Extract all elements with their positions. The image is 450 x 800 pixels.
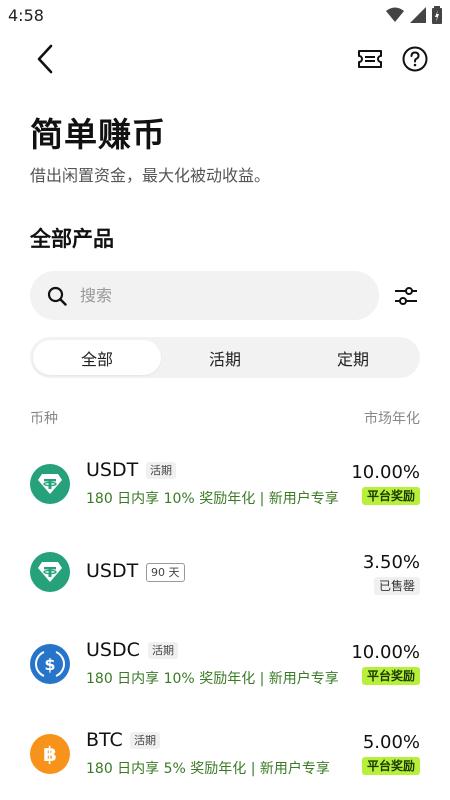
battery-icon xyxy=(432,6,442,24)
reward-badge: 平台奖励 xyxy=(361,487,420,505)
search-icon xyxy=(46,285,68,307)
chevron-left-icon xyxy=(37,44,53,74)
coin-name: USDC xyxy=(86,639,140,661)
tab-fixed[interactable]: 定期 xyxy=(289,340,417,375)
apr-value: 10.00% xyxy=(351,462,420,483)
column-header-coin[interactable]: 币种 xyxy=(30,408,58,428)
top-bar xyxy=(0,36,450,80)
promo-text: 180 日内享 10% 奖励年化 | 新用户专享 xyxy=(86,671,339,687)
reward-badge: 平台奖励 xyxy=(361,757,420,775)
promo-text: 180 日内享 5% 奖励年化 | 新用户专享 xyxy=(86,761,330,777)
product-row[interactable]: USDT 活期 180 日内享 10% 奖励年化 | 新用户专享 10.00% … xyxy=(0,452,450,542)
tether-icon xyxy=(30,552,70,592)
coin-name: BTC xyxy=(86,729,123,751)
usdc-icon: $ xyxy=(30,644,70,684)
svg-text:$: $ xyxy=(44,655,55,674)
product-type-tag: 活期 xyxy=(130,732,160,749)
product-tabs: 全部 活期 定期 xyxy=(30,337,420,378)
ticket-icon xyxy=(358,50,382,68)
apr-value: 3.50% xyxy=(362,552,420,573)
product-type-tag: 活期 xyxy=(146,462,176,479)
status-bar: 4:58 xyxy=(0,0,450,32)
question-circle-icon xyxy=(402,46,428,72)
page-subtitle: 借出闲置资金，最大化被动收益。 xyxy=(30,166,271,185)
tab-all[interactable]: 全部 xyxy=(33,340,161,375)
coin-name: USDT xyxy=(86,459,139,481)
product-row[interactable]: ฿ BTC 活期 180 日内享 5% 奖励年化 | 新用户专享 5.00% 平… xyxy=(0,722,450,800)
product-row[interactable]: USDT 90 天 3.50% 已售罄 xyxy=(0,542,450,632)
status-time: 4:58 xyxy=(8,6,44,25)
back-button[interactable] xyxy=(30,42,60,76)
wifi-icon xyxy=(386,7,404,22)
product-term-tag: 90 天 xyxy=(146,563,185,582)
section-title: 全部产品 xyxy=(30,227,114,251)
bitcoin-icon: ฿ xyxy=(30,734,70,774)
page-title: 简单赚币 xyxy=(30,115,166,154)
status-icons xyxy=(386,6,442,24)
help-button[interactable] xyxy=(400,44,430,74)
promo-text: 180 日内享 10% 奖励年化 | 新用户专享 xyxy=(86,491,339,507)
coupon-button[interactable] xyxy=(355,44,385,74)
product-row[interactable]: $ USDC 活期 180 日内享 10% 奖励年化 | 新用户专享 10.00… xyxy=(0,632,450,722)
sold-out-badge: 已售罄 xyxy=(373,577,420,595)
column-header-apr[interactable]: 市场年化 xyxy=(364,408,420,428)
search-input[interactable] xyxy=(80,286,340,305)
tab-flexible[interactable]: 活期 xyxy=(161,340,289,375)
tether-icon xyxy=(30,464,70,504)
filter-button[interactable] xyxy=(392,282,420,310)
sliders-icon xyxy=(395,287,417,305)
apr-value: 10.00% xyxy=(351,642,420,663)
search-box[interactable] xyxy=(30,271,379,320)
reward-badge: 平台奖励 xyxy=(361,667,420,685)
product-type-tag: 活期 xyxy=(148,642,178,659)
apr-value: 5.00% xyxy=(362,732,420,753)
svg-text:฿: ฿ xyxy=(43,742,57,766)
signal-icon xyxy=(410,7,426,23)
coin-name: USDT xyxy=(86,560,139,582)
